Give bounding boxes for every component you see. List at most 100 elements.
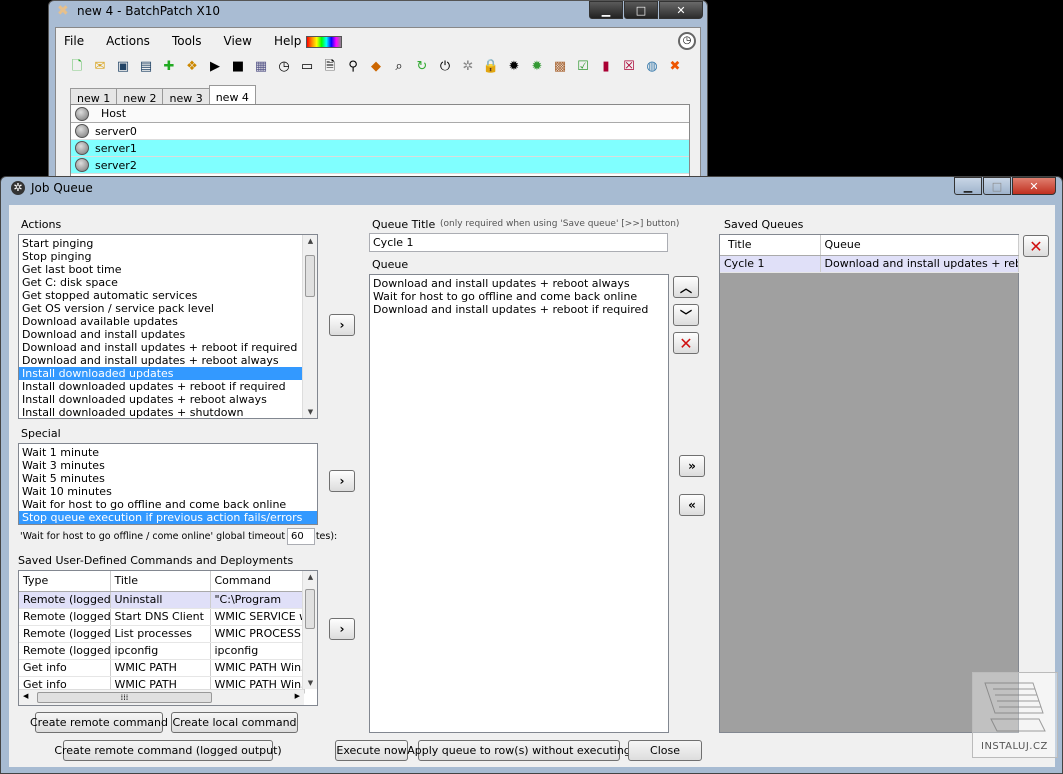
timeout-input[interactable]: 60	[287, 528, 315, 545]
stop-icon[interactable]: ■	[229, 58, 247, 76]
action-list-item[interactable]: Download and install updates + reboot if…	[19, 341, 317, 354]
action-list-item[interactable]: Install downloaded updates + reboot if r…	[19, 380, 317, 393]
title-cell[interactable]: ipconfig	[110, 642, 211, 660]
command-cell[interactable]: WMIC PATH Win3	[210, 659, 305, 677]
minimize-icon[interactable]: ▁	[954, 177, 982, 195]
cog-icon[interactable]: ✹	[505, 58, 523, 76]
package-icon[interactable]: ▩	[551, 58, 569, 76]
action-list-item[interactable]: Stop pinging	[19, 250, 317, 263]
table-row[interactable]: Remote (logged) List processes WMIC PROCES…	[19, 625, 305, 643]
add-action-button[interactable]: ›	[329, 314, 355, 336]
menu-file[interactable]: File	[64, 34, 84, 48]
menu-view[interactable]: View	[224, 34, 252, 48]
title-cell[interactable]: Uninstall	[110, 591, 211, 609]
special-list-item[interactable]: Wait 3 minutes	[19, 459, 317, 472]
action-list-item[interactable]: Download available updates	[19, 315, 317, 328]
monitor-icon[interactable]: ▭	[298, 58, 316, 76]
actions-list[interactable]: Start pinging Stop pinging Get last boot t…	[18, 234, 318, 419]
tools-icon[interactable]: ✖	[666, 58, 684, 76]
scroll-thumb[interactable]	[305, 255, 315, 297]
add-command-button[interactable]: ›	[329, 618, 355, 640]
type-cell[interactable]: Remote (logged)	[19, 591, 111, 609]
delete-saved-queue-button[interactable]: ✕	[1023, 235, 1049, 257]
action-list-item[interactable]: Install downloaded updates + shutdown	[19, 406, 317, 418]
host-cell[interactable]: server2	[95, 159, 137, 172]
title-cell[interactable]: Start DNS Client	[110, 608, 211, 626]
special-list-item[interactable]: Wait 5 minutes	[19, 472, 317, 485]
move-up-button[interactable]: ︿	[673, 276, 699, 298]
save-all-icon[interactable]: ▤	[137, 58, 155, 76]
new-icon[interactable]: 🗋	[68, 58, 86, 76]
maximize-icon[interactable]: □	[624, 1, 658, 19]
queue-list-item[interactable]: Download and install updates + reboot if…	[370, 303, 668, 316]
save-queue-button[interactable]: »	[679, 455, 705, 477]
action-list-item[interactable]: Get OS version / service pack level	[19, 302, 317, 315]
close-icon[interactable]: ✕	[659, 1, 703, 19]
type-cell[interactable]: Remote (logged)	[19, 625, 111, 643]
scroll-thumb[interactable]: ⁞⁞⁞	[37, 692, 212, 703]
special-list-item[interactable]: Wait for host to go offline and come bac…	[19, 498, 317, 511]
scroll-up-icon[interactable]: ▲	[303, 573, 317, 581]
queue-title-cell[interactable]: Cycle 1	[720, 255, 821, 273]
create-remote-command-button[interactable]: Create remote command	[30, 712, 168, 733]
menu-help[interactable]: Help	[274, 34, 301, 48]
special-list-item[interactable]: Wait 1 minute	[19, 446, 317, 459]
host-cell[interactable]: server0	[95, 125, 137, 138]
menu-actions[interactable]: Actions	[106, 34, 150, 48]
action-list-item[interactable]: Download and install updates	[19, 328, 317, 341]
table-row[interactable]: Remote (logged) ipconfig ipconfig	[19, 642, 305, 660]
close-icon[interactable]: ✕	[1012, 177, 1056, 195]
close-button[interactable]: Close	[628, 740, 702, 761]
checkbox-icon[interactable]: ☒	[620, 58, 638, 76]
queue-list-item[interactable]: Wait for host to go offline and come bac…	[370, 290, 668, 303]
grid-header-host[interactable]: Host	[101, 107, 126, 120]
document-icon[interactable]: 🗎	[321, 58, 339, 76]
search-icon[interactable]: ⌕	[390, 58, 408, 76]
refresh-icon[interactable]: ↻	[413, 58, 431, 76]
action-list-item[interactable]: Install downloaded updates + reboot alwa…	[19, 393, 317, 406]
menu-tools[interactable]: Tools	[172, 34, 202, 48]
action-list-item[interactable]: Get last boot time	[19, 263, 317, 276]
maximize-icon[interactable]: □	[983, 177, 1011, 195]
table-row[interactable]: Cycle 1 Download and install updates + re…	[720, 255, 1019, 273]
commands-hscrollbar[interactable]: ◀ ⁞⁞⁞ ▶	[19, 689, 304, 705]
diamond-icon[interactable]: ◆	[367, 58, 385, 76]
table-row[interactable]: server0	[71, 123, 689, 140]
power-icon[interactable]: ⏻	[436, 58, 454, 76]
scroll-thumb[interactable]	[305, 589, 315, 629]
queue-list-item[interactable]: Download and install updates + reboot al…	[370, 277, 668, 290]
queue-title-input[interactable]: Cycle 1	[369, 233, 668, 252]
play-icon[interactable]: ▶	[206, 58, 224, 76]
scroll-up-icon[interactable]: ▲	[303, 237, 317, 245]
apply-queue-button[interactable]: Apply queue to row(s) without executing	[407, 740, 631, 761]
type-cell[interactable]: Remote (logged)	[19, 608, 111, 626]
manage-hosts-icon[interactable]: ❖	[183, 58, 201, 76]
command-cell[interactable]: WMIC SERVICE w	[210, 608, 305, 626]
column-title[interactable]: Title	[720, 235, 821, 256]
clock-icon[interactable]: ◷	[275, 58, 293, 76]
table-row[interactable]: Remote (logged) Uninstall "C:\Program	[19, 591, 305, 609]
table-row[interactable]: server2	[71, 157, 689, 174]
color-palette-icon[interactable]	[306, 36, 342, 48]
queue-list[interactable]: Download and install updates + reboot al…	[369, 274, 669, 733]
action-list-item[interactable]: Get stopped automatic services	[19, 289, 317, 302]
create-local-command-button[interactable]: Create local command	[171, 712, 298, 733]
command-cell[interactable]: ipconfig	[210, 642, 305, 660]
gear-icon[interactable]: ✲	[459, 58, 477, 76]
create-remote-command-logged-button[interactable]: Create remote command (logged output)	[54, 740, 282, 761]
queue-content-cell[interactable]: Download and install updates + reboo…	[820, 255, 1019, 273]
execute-now-button[interactable]: Execute now	[335, 740, 408, 761]
special-list-item[interactable]: Wait 10 minutes	[19, 485, 317, 498]
action-list-item[interactable]: Download and install updates + reboot al…	[19, 354, 317, 367]
cog-green-icon[interactable]: ✹	[528, 58, 546, 76]
column-title[interactable]: Title	[110, 571, 211, 592]
scroll-left-icon[interactable]: ◀	[23, 692, 28, 700]
network-icon[interactable]: ▦	[252, 58, 270, 76]
remove-queue-item-button[interactable]: ✕	[673, 332, 699, 354]
scroll-down-icon[interactable]: ▼	[303, 408, 317, 416]
command-cell[interactable]: "C:\Program	[210, 591, 305, 609]
type-cell[interactable]: Remote (logged)	[19, 642, 111, 660]
action-list-item[interactable]: Get C: disk space	[19, 276, 317, 289]
title-cell[interactable]: List processes	[110, 625, 211, 643]
table-row[interactable]: Get info WMIC PATH WMIC PATH Win3	[19, 659, 305, 677]
